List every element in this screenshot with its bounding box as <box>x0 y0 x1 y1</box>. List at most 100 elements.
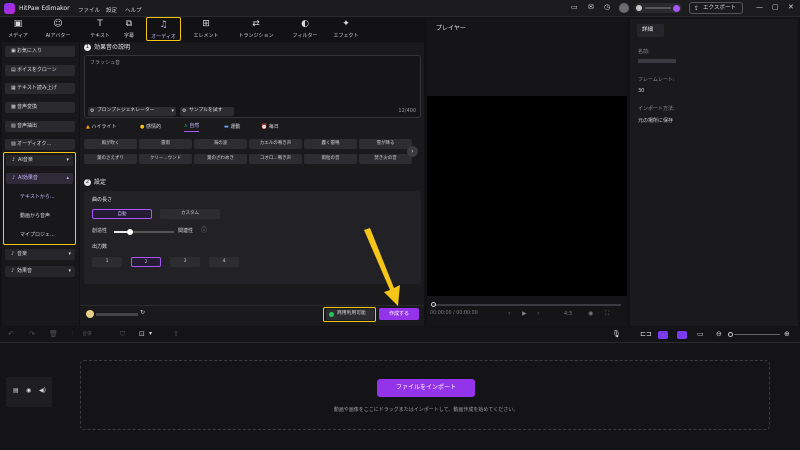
tab-subtitle[interactable]: ⧉ 字幕 <box>116 17 142 41</box>
preset-chip[interactable]: コオロ...鳴き声 <box>249 154 302 164</box>
avatar[interactable] <box>619 3 629 13</box>
credits-badge[interactable] <box>634 3 682 13</box>
try-sample-button[interactable]: ⚙ サンプルを試す <box>180 107 234 116</box>
sidebar-item-voice-clone[interactable]: ▤ボイスをクローン <box>5 65 75 76</box>
tab-filter[interactable]: ◐ フィルター <box>287 17 323 41</box>
description-box[interactable]: フラッシュ音 ⚙ プロンプトジェネレーター ▾ ⚙ サンプルを試す 12/400 <box>84 55 421 118</box>
preset-chip[interactable]: 焚き火の音 <box>359 154 412 164</box>
sidebar-item-sfx[interactable]: ♪ 効果音 ▾ <box>5 266 75 277</box>
shield-icon[interactable]: ⛉ <box>120 331 125 338</box>
preset-chip[interactable]: 雨粒の音 <box>304 154 357 164</box>
tab-ai-avatar[interactable]: ☺ AIアバター <box>40 17 76 41</box>
creativity-slider[interactable] <box>114 228 174 235</box>
preset-chip[interactable]: 雪が降る <box>359 139 412 149</box>
preset-chip[interactable]: 葉のさえずり <box>84 154 137 164</box>
output-count-option[interactable]: 4 <box>209 257 239 267</box>
screen-icon[interactable]: ▭ <box>571 4 578 11</box>
merge-label[interactable]: 合併 <box>82 332 92 337</box>
tab-text[interactable]: T テキスト <box>86 17 114 41</box>
tab-daily[interactable]: ⏰ 毎日 <box>261 125 279 130</box>
eye-icon[interactable]: ◉ <box>26 388 31 394</box>
aspect-ratio[interactable]: 4:3 <box>564 312 572 317</box>
tab-emotional[interactable]: ● 感情的 <box>140 125 161 130</box>
minimize-icon[interactable]: — <box>756 4 763 11</box>
zoom-slider[interactable] <box>734 334 780 335</box>
zoom-handle[interactable] <box>728 332 733 337</box>
sidebar-sub-my-projects[interactable]: マイプロジェ... <box>20 233 55 238</box>
link-icon[interactable] <box>658 331 668 339</box>
menu-file[interactable]: ファイル <box>78 6 100 14</box>
prev-frame-icon[interactable]: ‹ <box>508 311 510 317</box>
delete-icon[interactable]: 🗑 <box>49 331 58 338</box>
tab-details[interactable]: 詳細 <box>637 24 664 37</box>
prompt-generator-dropdown[interactable]: ⚙ プロンプトジェネレーター ▾ <box>88 107 176 116</box>
length-auto-option[interactable]: 自動 <box>92 209 152 219</box>
preset-chip[interactable]: 海の波 <box>194 139 247 149</box>
output-count-option[interactable]: 2 <box>131 257 161 267</box>
output-count-option[interactable]: 1 <box>92 257 122 267</box>
sidebar-item-ai-sfx[interactable]: ♪ AI効果音 ▴ <box>6 173 73 184</box>
tab-motion[interactable]: ▬ 運動 <box>224 125 240 130</box>
video-preview[interactable] <box>427 96 627 296</box>
speaker-icon[interactable]: ◀) <box>39 388 46 394</box>
preset-chip[interactable]: 葉のざわめき <box>194 154 247 164</box>
next-presets-button[interactable]: › <box>407 146 418 157</box>
preset-chip[interactable]: クリー...ウンド <box>139 154 192 164</box>
chain-icon[interactable] <box>677 331 687 339</box>
sidebar-item-audio-clip[interactable]: ▨オーディオク... <box>5 139 75 150</box>
split-icon[interactable]: ⫶ <box>72 331 74 337</box>
info-icon[interactable]: ⓘ <box>201 228 207 234</box>
play-icon[interactable]: ▶ <box>522 311 527 317</box>
menu-help[interactable]: ヘルプ <box>125 6 142 14</box>
length-custom-option[interactable]: カスタム <box>160 209 220 219</box>
sidebar-item-ai-music[interactable]: ♪ AI音楽 ▾ <box>6 155 73 166</box>
sidebar-sub-video-to-audio[interactable]: 動画から音声 <box>20 214 50 219</box>
tab-highlight[interactable]: ▲ ハイライト <box>86 125 116 130</box>
progress-handle[interactable] <box>431 302 436 307</box>
sidebar-item-tts[interactable]: ▦テキスト読み上げ <box>5 83 75 94</box>
chevron-down-icon[interactable]: ▾ <box>149 331 152 337</box>
magnet-icon[interactable]: ⊏⊐ <box>640 331 652 338</box>
menu-settings[interactable]: 設定 <box>106 6 117 14</box>
import-file-button[interactable]: ファイルをインポート <box>377 379 475 397</box>
auto-fit-icon[interactable]: ▭ <box>697 331 704 338</box>
drop-zone[interactable]: ファイルをインポート 動画や画像をここにドラッグまたはインポートして、動画作成を… <box>80 360 770 430</box>
sidebar-item-favorites[interactable]: ▣お気に入り <box>5 46 75 57</box>
tab-nature[interactable]: ⋏ 自然 <box>184 124 200 132</box>
sidebar-item-audio-extract[interactable]: ▧音声抽出 <box>5 121 75 132</box>
refresh-icon[interactable]: ↻ <box>140 310 145 316</box>
fullscreen-icon[interactable]: ⛶ <box>605 311 609 317</box>
preset-chip[interactable]: 風が吹く <box>84 139 137 149</box>
track-icon[interactable]: ▤ <box>13 388 19 394</box>
sidebar-sub-text-to-sfx[interactable]: テキストから... <box>20 195 55 200</box>
export-button[interactable]: ⇪ エクスポート <box>689 2 743 14</box>
preset-chip[interactable]: 雷雨 <box>139 139 192 149</box>
tab-media[interactable]: ▣ メディア <box>4 17 32 41</box>
preset-chip[interactable]: カエルの鳴き声 <box>249 139 302 149</box>
tab-effect[interactable]: ✦ エフェクト <box>328 17 364 41</box>
tab-audio[interactable]: ♫ オーディオ <box>146 17 181 41</box>
zoom-in-icon[interactable]: ⊕ <box>784 331 790 338</box>
maximize-icon[interactable]: ▢ <box>772 4 779 11</box>
sidebar-item-voice-change[interactable]: ▩音声変換 <box>5 102 75 113</box>
zoom-out-icon[interactable]: ⊖ <box>716 331 722 338</box>
mic-icon[interactable]: 🎙 <box>612 331 621 338</box>
crop-icon[interactable]: ⊡ <box>139 331 145 338</box>
subtitle-icon: ⧉ <box>125 19 133 29</box>
drop-hint: 動画や画像をここにドラッグまたはインポートして、動画作成を始めてください。 <box>333 407 519 413</box>
undo-icon[interactable]: ↶ <box>8 331 14 338</box>
preset-chip[interactable]: 轟く雷鳴 <box>304 139 357 149</box>
next-frame-icon[interactable]: › <box>537 311 539 317</box>
snapshot-icon[interactable]: ◉ <box>588 311 593 317</box>
close-icon[interactable]: ✕ <box>788 4 794 11</box>
sidebar-item-music[interactable]: ♪ 音楽 ▾ <box>5 249 75 260</box>
feedback-icon[interactable]: ✉ <box>588 4 594 11</box>
export-frame-icon[interactable]: ⇪ <box>173 331 179 338</box>
tab-transition[interactable]: ⇄ トランジション <box>232 17 280 41</box>
tab-element[interactable]: ⊞ エレメント <box>190 17 222 41</box>
progress-bar[interactable] <box>431 302 621 307</box>
redo-icon[interactable]: ↷ <box>29 331 35 338</box>
output-count-option[interactable]: 3 <box>170 257 200 267</box>
history-icon[interactable]: ◷ <box>604 4 610 11</box>
slider-handle[interactable] <box>127 228 133 235</box>
